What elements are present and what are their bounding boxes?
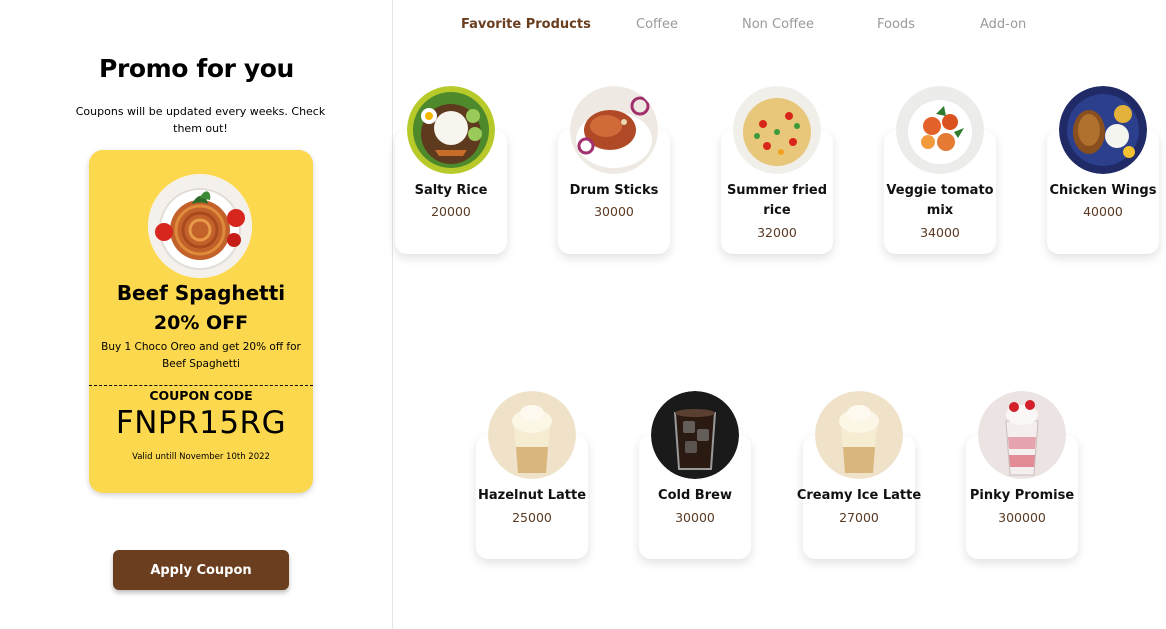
coupon-discount: 20% OFF (153, 312, 249, 334)
pink-drink-glass-icon (978, 391, 1066, 479)
product-name: Salty Rice (414, 183, 488, 198)
promo-title: Promo for you (99, 54, 294, 83)
coupon-card: Beef Spaghetti 20% OFF Buy 1 Choco Oreo … (89, 150, 313, 493)
product-price: 300000 (998, 510, 1046, 525)
promo-subtitle: Coupons will be updated every weeks. Che… (75, 105, 326, 135)
product-name: Pinky Promise (969, 488, 1075, 503)
coupon-valid-until: Valid untill November 10th 2022 (132, 452, 270, 462)
coupon-description: Buy 1 Choco Oreo and get 20% off for Bee… (101, 341, 301, 370)
tab-foods[interactable]: Foods (877, 17, 915, 32)
product-price: 30000 (594, 204, 634, 219)
product-name: Hazelnut Latte (477, 488, 587, 503)
tab-non-coffee[interactable]: Non Coffee (742, 17, 814, 32)
veggie-plate-icon (896, 86, 984, 174)
fried-rice-plate-icon (733, 86, 821, 174)
product-price: 40000 (1083, 204, 1123, 219)
latte-glass-icon (488, 391, 576, 479)
coupon-product-name: Beef Spaghetti (116, 281, 286, 305)
product-name: Summer fried rice (726, 183, 828, 218)
product-name: Chicken Wings (1049, 183, 1157, 198)
product-name: Cold Brew (658, 488, 732, 503)
product-price: 25000 (512, 510, 552, 525)
product-price: 20000 (431, 204, 471, 219)
rice-plate-icon (407, 86, 495, 174)
product-price: 32000 (757, 225, 797, 240)
promo-panel: Promo for you Coupons will be updated ev… (0, 0, 393, 629)
cold-brew-glass-icon (651, 391, 739, 479)
product-name: Drum Sticks (569, 183, 659, 198)
coupon-code: FNPR15RG (115, 405, 287, 441)
ice-latte-glass-icon (815, 391, 903, 479)
chicken-wings-plate-icon (1059, 86, 1147, 174)
tab-favorite-products[interactable]: Favorite Products (461, 17, 591, 32)
product-price: 34000 (920, 225, 960, 240)
product-price: 27000 (839, 510, 879, 525)
product-name: Creamy Ice Latte (796, 488, 922, 503)
tab-add-on[interactable]: Add-on (980, 17, 1026, 32)
coupon-divider (89, 385, 313, 386)
apply-coupon-button[interactable]: Apply Coupon (113, 550, 289, 590)
tab-coffee[interactable]: Coffee (636, 17, 678, 32)
product-price: 30000 (675, 510, 715, 525)
product-name: Veggie tomato mix (886, 183, 994, 218)
coupon-code-label: COUPON CODE (149, 388, 253, 403)
drumstick-plate-icon (570, 86, 658, 174)
spaghetti-plate-icon (148, 174, 252, 278)
